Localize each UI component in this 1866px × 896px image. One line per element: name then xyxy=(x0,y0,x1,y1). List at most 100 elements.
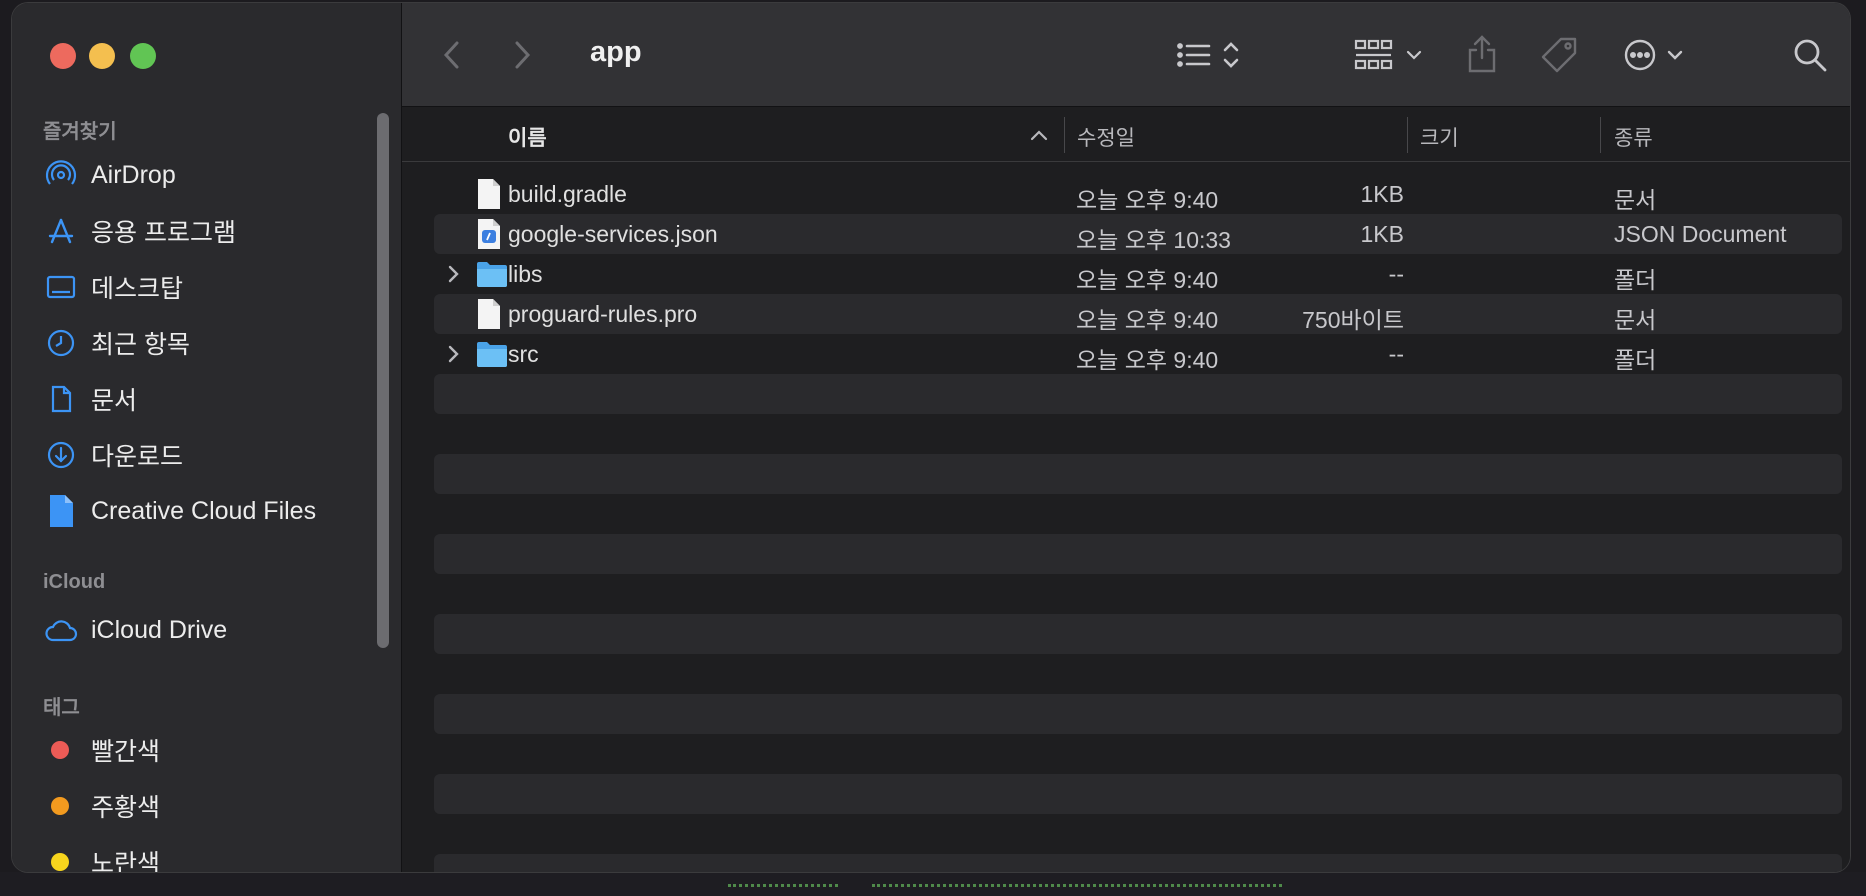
zoom-window-button[interactable] xyxy=(130,43,156,69)
file-size: -- xyxy=(1388,261,1404,287)
chevron-right-icon xyxy=(515,41,531,69)
file-kind: 문서 xyxy=(1614,187,1657,213)
file-name: google-services.json xyxy=(508,221,718,247)
minimize-window-button[interactable] xyxy=(89,43,115,69)
airdrop-icon xyxy=(43,157,79,193)
sidebar-item-icloud-drive[interactable]: iCloud Drive xyxy=(43,607,383,653)
forward-button[interactable] xyxy=(502,35,542,75)
search-button[interactable] xyxy=(1788,33,1832,77)
generic-file-icon xyxy=(478,299,500,329)
disclosure-chevron-right-icon[interactable] xyxy=(446,344,460,364)
empty-row xyxy=(434,614,1842,654)
red-tag-dot-icon xyxy=(51,741,69,759)
column-divider[interactable] xyxy=(1064,117,1065,153)
folder-icon xyxy=(477,262,507,287)
sidebar-item-label: 문서 xyxy=(91,387,138,415)
file-kind: 폴더 xyxy=(1614,267,1657,293)
more-actions-button[interactable] xyxy=(1620,33,1696,77)
sidebar-item-label: Creative Cloud Files xyxy=(91,496,317,525)
chevron-left-icon xyxy=(443,41,459,69)
back-button[interactable] xyxy=(432,35,472,75)
ellipsis-icon xyxy=(1624,39,1683,71)
desktop-icon xyxy=(43,269,79,305)
file-row-build-gradle[interactable]: build.gradle 오늘 오후 9:40 1KB 문서 xyxy=(434,174,1842,214)
file-list: build.gradle 오늘 오후 9:40 1KB 문서 google-se… xyxy=(402,162,1850,872)
column-header: 이름 수정일 크기 종류 xyxy=(402,107,1850,162)
file-date: 오늘 오후 9:40 xyxy=(1076,347,1219,373)
file-name: proguard-rules.pro xyxy=(508,301,698,327)
sidebar-tag-orange[interactable]: 주황색 xyxy=(43,783,383,829)
column-kind-header[interactable]: 종류 xyxy=(1614,122,1653,152)
icloud-icon xyxy=(43,612,79,648)
file-size: 1KB xyxy=(1360,181,1404,207)
file-kind: JSON Document xyxy=(1614,221,1787,247)
creative-cloud-file-icon xyxy=(43,493,79,529)
empty-row xyxy=(434,374,1842,414)
sidebar-tag-red[interactable]: 빨간색 xyxy=(43,727,383,773)
sidebar-item-airdrop[interactable]: AirDrop xyxy=(43,152,383,198)
file-row-google-services-json[interactable]: google-services.json 오늘 오후 10:33 1KB JSO… xyxy=(434,214,1842,254)
sidebar-item-applications[interactable]: 응용 프로그램 xyxy=(43,208,383,254)
file-date: 오늘 오후 9:40 xyxy=(1076,307,1219,333)
close-window-button[interactable] xyxy=(50,43,76,69)
folder-icon xyxy=(477,342,507,367)
sidebar-item-label: AirDrop xyxy=(91,160,176,189)
sidebar-item-label: 응용 프로그램 xyxy=(91,219,236,247)
share-button[interactable] xyxy=(1460,29,1504,79)
empty-row xyxy=(434,774,1842,814)
column-date-header[interactable]: 수정일 xyxy=(1077,122,1135,152)
icloud-heading: iCloud xyxy=(43,571,106,593)
column-name-header[interactable]: 이름 xyxy=(508,122,547,152)
file-row-src[interactable]: src 오늘 오후 9:40 -- 폴더 xyxy=(434,334,1842,374)
file-name: build.gradle xyxy=(508,181,627,207)
file-date: 오늘 오후 9:40 xyxy=(1076,187,1219,213)
sidebar-item-recents[interactable]: 최근 항목 xyxy=(43,320,383,366)
sidebar: 즐겨찾기 AirDrop 응용 프로그램 데스크탑 최근 항목 문서 다운로드 … xyxy=(12,3,402,872)
sidebar-scrollbar[interactable] xyxy=(377,113,389,648)
sidebar-item-desktop[interactable]: 데스크탑 xyxy=(43,264,383,310)
empty-row xyxy=(434,854,1842,872)
json-file-icon xyxy=(478,219,500,249)
generic-file-icon xyxy=(478,179,500,209)
window-title: app xyxy=(590,36,642,68)
view-options-button[interactable] xyxy=(1172,33,1252,77)
list-view-icon xyxy=(1177,42,1239,68)
file-kind: 문서 xyxy=(1614,307,1657,333)
sort-ascending-icon xyxy=(1030,130,1048,141)
column-divider[interactable] xyxy=(1407,117,1408,153)
tag-button[interactable] xyxy=(1535,31,1583,79)
sidebar-item-creative-cloud-files[interactable]: Creative Cloud Files xyxy=(43,488,383,534)
orange-tag-dot-icon xyxy=(51,797,69,815)
column-size-header[interactable]: 크기 xyxy=(1420,122,1459,152)
downloads-icon xyxy=(43,437,79,473)
sidebar-item-documents[interactable]: 문서 xyxy=(43,376,383,422)
sidebar-item-label: 빨간색 xyxy=(91,738,161,766)
sidebar-item-label: iCloud Drive xyxy=(91,615,228,644)
finder-window: 즐겨찾기 AirDrop 응용 프로그램 데스크탑 최근 항목 문서 다운로드 … xyxy=(12,3,1850,872)
file-size: 1KB xyxy=(1360,221,1404,247)
sidebar-item-label: 주황색 xyxy=(91,794,161,822)
applications-icon xyxy=(43,213,79,249)
share-icon xyxy=(1468,35,1496,73)
file-row-libs[interactable]: libs 오늘 오후 9:40 -- 폴더 xyxy=(434,254,1842,294)
file-name: libs xyxy=(508,261,543,287)
tags-heading: 태그 xyxy=(43,697,80,719)
sidebar-tag-yellow[interactable]: 노란색 xyxy=(43,839,383,872)
search-icon xyxy=(1794,39,1827,72)
empty-row xyxy=(434,454,1842,494)
column-divider[interactable] xyxy=(1600,117,1601,153)
sidebar-item-label: 최근 항목 xyxy=(91,331,190,359)
sidebar-item-downloads[interactable]: 다운로드 xyxy=(43,432,383,478)
file-row-proguard-rules[interactable]: proguard-rules.pro 오늘 오후 9:40 750바이트 문서 xyxy=(434,294,1842,334)
file-size: 750바이트 xyxy=(1302,307,1404,333)
file-kind: 폴더 xyxy=(1614,347,1657,373)
background-squiggle xyxy=(872,876,1282,887)
file-date: 오늘 오후 9:40 xyxy=(1076,267,1219,293)
disclosure-chevron-right-icon[interactable] xyxy=(446,264,460,284)
group-button[interactable] xyxy=(1352,33,1428,77)
recents-clock-icon xyxy=(43,325,79,361)
tag-icon xyxy=(1541,37,1577,73)
empty-row xyxy=(434,534,1842,574)
file-size: -- xyxy=(1388,341,1404,367)
file-name: src xyxy=(508,341,539,367)
